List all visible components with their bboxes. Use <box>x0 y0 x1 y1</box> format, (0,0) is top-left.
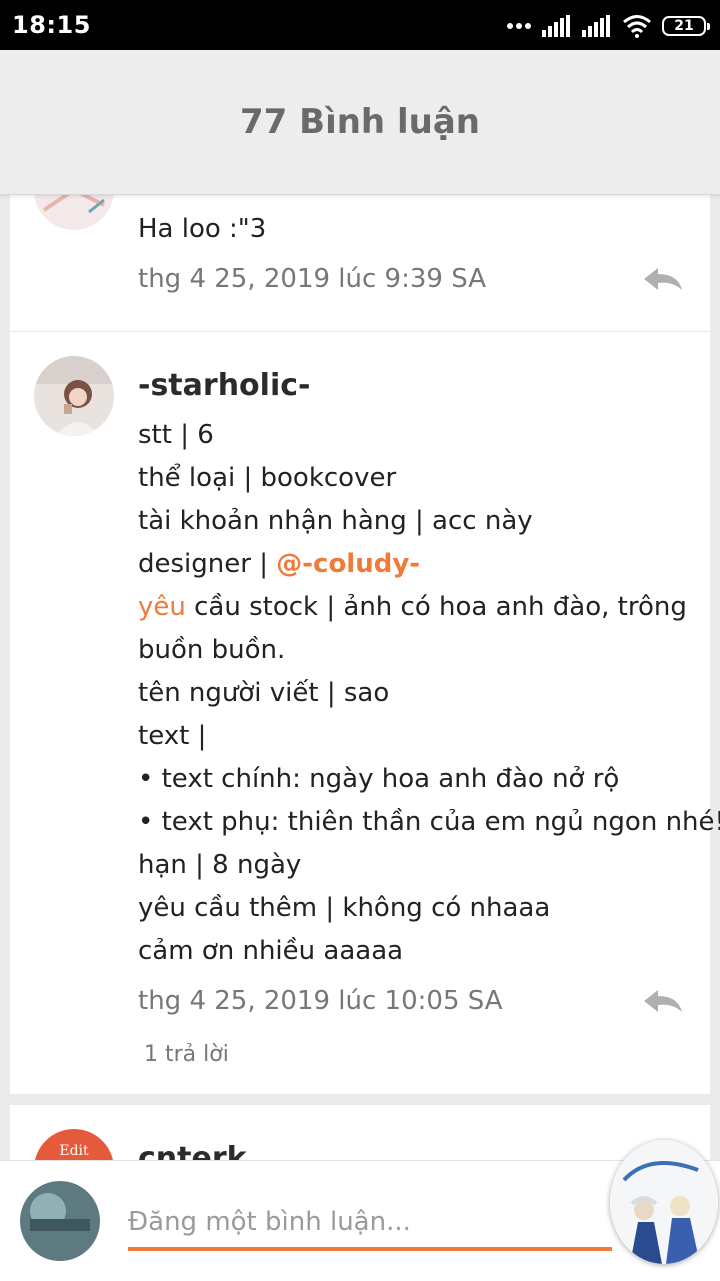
status-icons: 21 <box>506 12 710 40</box>
comment-author[interactable]: -starholic- <box>138 368 310 403</box>
battery-level: 21 <box>674 18 694 34</box>
designer-label: designer | <box>138 549 277 579</box>
comment-body: stt | 6 thể loại | bookcover tài khoản n… <box>138 414 720 973</box>
more-dots-icon <box>507 23 531 29</box>
comment-date: thg 4 25, 2019 lúc 9:39 SA <box>138 264 486 294</box>
comment-card: -starholic- stt | 6 thể loại | bookcover… <box>10 332 720 1094</box>
user-avatar[interactable] <box>20 1181 100 1261</box>
story-cover-button[interactable] <box>610 1140 718 1264</box>
signal-icon <box>542 15 570 37</box>
mention-link[interactable]: @-coludy- <box>276 549 420 579</box>
comment-line-designer: designer | @-coludy- <box>138 543 698 586</box>
svg-text:Edit: Edit <box>59 1143 89 1159</box>
mention-continuation[interactable]: yêu <box>138 592 186 622</box>
comment-line: tên người viết | sao <box>138 678 390 708</box>
comment-line: • text chính: ngày hoa anh đào nở rộ <box>138 764 620 794</box>
comment-line: tài khoản nhận hàng | acc này <box>138 506 533 536</box>
reply-icon[interactable] <box>642 266 684 292</box>
comment-line: cảm ơn nhiều aaaaa <box>138 936 404 966</box>
reply-icon[interactable] <box>642 988 684 1014</box>
stock-request: cầu stock | ảnh có hoa anh đào, trông <box>185 592 687 622</box>
comment-line: stt | 6 <box>138 420 214 450</box>
comment-line: yêu cầu thêm | không có nhaaa <box>138 893 551 923</box>
comment-line: buồn buồn. <box>138 635 286 665</box>
comment-input[interactable] <box>128 1197 612 1251</box>
comment-line: thể loại | bookcover <box>138 463 397 493</box>
wifi-icon <box>623 15 651 38</box>
comment-line: yêu cầu stock | ảnh có hoa anh đào, trôn… <box>138 586 698 629</box>
status-bar: 18:15 21 <box>0 0 720 50</box>
avatar[interactable] <box>34 356 114 436</box>
comment-line: • text phụ: thiên thần của em ngủ ngon n… <box>138 807 720 837</box>
signal-icon <box>582 15 610 37</box>
comment-line: hạn | 8 ngày <box>138 850 302 880</box>
page-title: 77 Bình luận <box>240 102 480 142</box>
comments-header: 77 Bình luận <box>0 50 720 195</box>
comment-date: thg 4 25, 2019 lúc 10:05 SA <box>138 986 503 1016</box>
comment-card: Edit cnterk <box>10 1105 710 1165</box>
comment-body: Ha loo :"3 <box>138 208 698 251</box>
comment-line: text | <box>138 721 207 751</box>
view-replies-link[interactable]: 1 trả lời <box>144 1042 229 1067</box>
comment-text: Ha loo :"3 <box>138 214 267 244</box>
status-time: 18:15 <box>12 11 91 39</box>
battery-icon: 21 <box>662 16 710 36</box>
